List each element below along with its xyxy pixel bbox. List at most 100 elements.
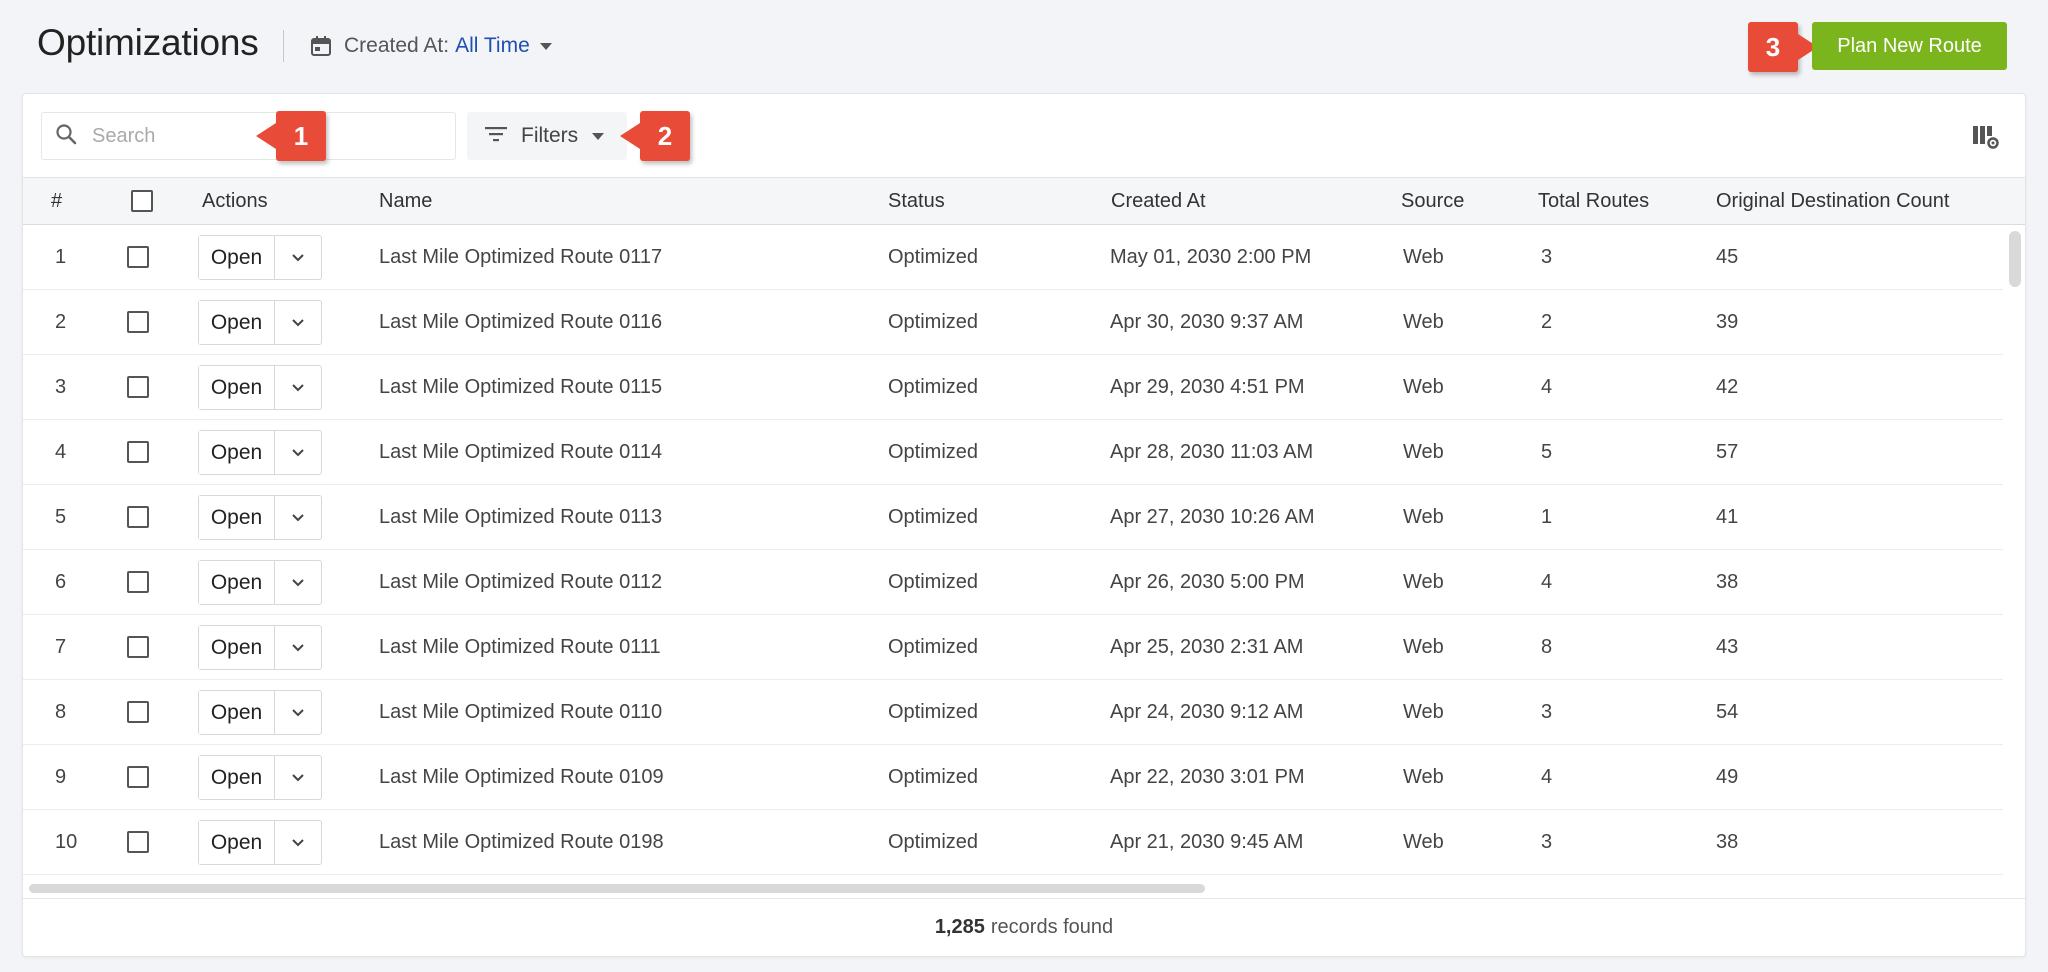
table-row[interactable]: 7 Open Last Mile Optimized Route 0111 Op… bbox=[23, 615, 2003, 680]
row-checkbox[interactable] bbox=[127, 831, 149, 853]
chevron-down-icon[interactable] bbox=[275, 366, 321, 409]
title-divider bbox=[283, 30, 284, 62]
table-row[interactable]: 2 Open Last Mile Optimized Route 0116 Op… bbox=[23, 290, 2003, 355]
chevron-down-icon[interactable] bbox=[275, 821, 321, 864]
table-row[interactable]: 1 Open Last Mile Optimized Route 0117 Op… bbox=[23, 225, 2003, 290]
filters-button[interactable]: Filters bbox=[467, 112, 627, 160]
search-input[interactable] bbox=[92, 124, 392, 148]
row-status: Optimized bbox=[888, 701, 979, 723]
table-row[interactable]: 8 Open Last Mile Optimized Route 0110 Op… bbox=[23, 680, 2003, 745]
table-row[interactable]: 9 Open Last Mile Optimized Route 0109 Op… bbox=[23, 745, 2003, 810]
table-row[interactable]: 6 Open Last Mile Optimized Route 0112 Op… bbox=[23, 550, 2003, 615]
col-header-original-destination-count[interactable]: Original Destination Count bbox=[1716, 178, 1949, 224]
open-button[interactable]: Open bbox=[199, 626, 275, 669]
open-button[interactable]: Open bbox=[199, 821, 275, 864]
row-checkbox[interactable] bbox=[127, 441, 149, 463]
optimizations-card: 1 Filters 2 # Actions Name Status Create… bbox=[22, 93, 2026, 957]
row-status: Optimized bbox=[888, 766, 979, 788]
row-checkbox[interactable] bbox=[127, 311, 149, 333]
row-number: 9 bbox=[55, 766, 67, 788]
page-title: Optimizations bbox=[37, 22, 259, 63]
created-at-value[interactable]: All Time bbox=[455, 34, 530, 58]
row-created-at: May 01, 2030 2:00 PM bbox=[1110, 246, 1312, 268]
table-row[interactable]: 10 Open Last Mile Optimized Route 0198 O… bbox=[23, 810, 2003, 875]
row-total-routes: 4 bbox=[1541, 766, 1553, 788]
row-actions: Open bbox=[198, 560, 322, 605]
open-button[interactable]: Open bbox=[199, 301, 275, 344]
chevron-down-icon[interactable] bbox=[275, 626, 321, 669]
row-created-at: Apr 28, 2030 11:03 AM bbox=[1110, 441, 1314, 463]
col-header-total-routes[interactable]: Total Routes bbox=[1538, 178, 1649, 224]
row-number: 10 bbox=[55, 831, 78, 853]
row-number: 5 bbox=[55, 506, 67, 528]
open-button[interactable]: Open bbox=[199, 756, 275, 799]
horizontal-scrollbar[interactable] bbox=[29, 884, 2019, 896]
chevron-down-icon[interactable] bbox=[275, 756, 321, 799]
caret-down-icon bbox=[592, 132, 605, 140]
table-row[interactable]: 3 Open Last Mile Optimized Route 0115 Op… bbox=[23, 355, 2003, 420]
row-destination-count: 57 bbox=[1716, 441, 1739, 463]
horizontal-scroll-thumb[interactable] bbox=[29, 884, 1205, 893]
row-total-routes: 5 bbox=[1541, 441, 1553, 463]
row-number: 4 bbox=[55, 441, 67, 463]
chevron-down-icon[interactable] bbox=[275, 496, 321, 539]
row-source: Web bbox=[1403, 311, 1444, 333]
row-checkbox[interactable] bbox=[127, 246, 149, 268]
table-row[interactable]: 5 Open Last Mile Optimized Route 0113 Op… bbox=[23, 485, 2003, 550]
select-all-checkbox[interactable] bbox=[131, 190, 153, 212]
col-header-number: # bbox=[51, 190, 63, 212]
row-status: Optimized bbox=[888, 376, 979, 398]
row-checkbox[interactable] bbox=[127, 766, 149, 788]
row-source: Web bbox=[1403, 571, 1444, 593]
row-source: Web bbox=[1403, 831, 1444, 853]
row-number: 3 bbox=[55, 376, 67, 398]
row-checkbox[interactable] bbox=[127, 571, 149, 593]
col-header-status[interactable]: Status bbox=[888, 178, 945, 224]
chevron-down-icon[interactable] bbox=[275, 691, 321, 734]
open-button[interactable]: Open bbox=[199, 236, 275, 279]
row-name: Last Mile Optimized Route 0116 bbox=[379, 311, 663, 333]
open-button[interactable]: Open bbox=[199, 496, 275, 539]
row-name: Last Mile Optimized Route 0114 bbox=[379, 441, 663, 463]
row-total-routes: 8 bbox=[1541, 636, 1553, 658]
search-box[interactable] bbox=[41, 112, 456, 160]
col-header-name[interactable]: Name bbox=[379, 178, 432, 224]
row-status: Optimized bbox=[888, 636, 979, 658]
callout-1: 1 bbox=[256, 111, 326, 161]
row-checkbox[interactable] bbox=[127, 636, 149, 658]
vertical-scrollbar[interactable] bbox=[2009, 231, 2021, 287]
open-button[interactable]: Open bbox=[199, 691, 275, 734]
row-destination-count: 49 bbox=[1716, 766, 1739, 788]
row-total-routes: 3 bbox=[1541, 831, 1553, 853]
chevron-down-icon[interactable] bbox=[275, 236, 321, 279]
row-source: Web bbox=[1403, 636, 1444, 658]
created-at-filter[interactable]: Created At: All Time bbox=[308, 30, 552, 62]
filter-icon bbox=[485, 125, 507, 148]
calendar-icon bbox=[308, 33, 334, 59]
chevron-down-icon[interactable] bbox=[275, 561, 321, 604]
row-destination-count: 41 bbox=[1716, 506, 1739, 528]
row-checkbox[interactable] bbox=[127, 701, 149, 723]
col-header-created-at[interactable]: Created At bbox=[1111, 178, 1206, 224]
table-row[interactable]: 4 Open Last Mile Optimized Route 0114 Op… bbox=[23, 420, 2003, 485]
open-button[interactable]: Open bbox=[199, 561, 275, 604]
col-header-source[interactable]: Source bbox=[1401, 178, 1464, 224]
open-button[interactable]: Open bbox=[199, 431, 275, 474]
row-status: Optimized bbox=[888, 441, 979, 463]
col-header-actions: Actions bbox=[202, 190, 268, 212]
row-total-routes: 1 bbox=[1541, 506, 1553, 528]
row-checkbox[interactable] bbox=[127, 376, 149, 398]
created-at-label: Created At: bbox=[344, 34, 450, 57]
table-header: # Actions Name Status Created At Source … bbox=[23, 177, 2025, 225]
chevron-down-icon[interactable] bbox=[275, 301, 321, 344]
column-settings-icon[interactable] bbox=[1971, 124, 1999, 150]
row-number: 8 bbox=[55, 701, 67, 723]
row-status: Optimized bbox=[888, 246, 979, 268]
row-checkbox[interactable] bbox=[127, 506, 149, 528]
row-total-routes: 4 bbox=[1541, 376, 1553, 398]
row-status: Optimized bbox=[888, 506, 979, 528]
row-destination-count: 39 bbox=[1716, 311, 1739, 333]
chevron-down-icon[interactable] bbox=[275, 431, 321, 474]
open-button[interactable]: Open bbox=[199, 366, 275, 409]
plan-new-route-button[interactable]: Plan New Route bbox=[1812, 22, 2007, 70]
